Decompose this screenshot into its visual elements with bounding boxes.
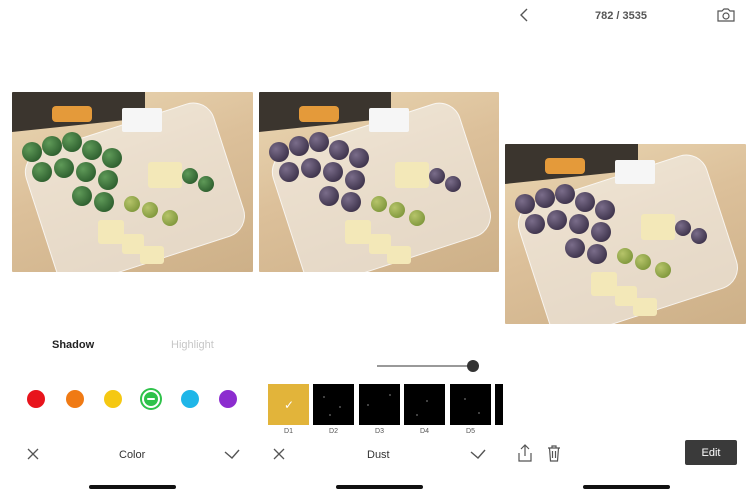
share-icon[interactable] [516,443,534,463]
photo-preview-dust [259,92,499,272]
preset-label: D2 [329,428,338,435]
intensity-slider-track[interactable] [377,365,467,367]
photo-counter: 782 / 3535 [595,10,647,22]
check-icon: ✓ [284,398,295,412]
home-indicator [89,485,176,489]
dust-preset-d3[interactable] [359,384,400,425]
edit-button[interactable]: Edit [685,440,737,465]
tab-shadow[interactable]: Shadow [52,339,94,351]
preset-label: D1 [284,428,293,435]
color-panel: Shadow Highlight Color [0,0,256,491]
photo-preview-color [12,92,253,272]
preset-label: D4 [420,428,429,435]
preset-label: D3 [375,428,384,435]
swatch-cyan[interactable] [181,390,199,408]
camera-icon[interactable] [715,6,737,24]
dust-preset-d2[interactable] [313,384,354,425]
selected-indicator-icon [147,398,155,400]
intensity-slider-thumb[interactable] [467,360,479,372]
dust-preset-d4[interactable] [404,384,445,425]
home-indicator [583,485,670,489]
photo-image[interactable] [505,144,746,324]
dust-preset-d5[interactable] [450,384,491,425]
dust-preset-d1[interactable]: ✓ [268,384,309,425]
preset-label: D5 [466,428,475,435]
chevron-left-icon[interactable] [515,6,531,24]
dust-preset-partial[interactable] [495,384,503,425]
close-icon[interactable] [270,445,288,463]
home-indicator [336,485,423,489]
trash-icon[interactable] [545,443,563,463]
tab-highlight[interactable]: Highlight [171,339,214,351]
panel-title: Dust [367,449,390,461]
check-icon[interactable] [468,445,488,463]
check-icon[interactable] [222,445,242,463]
swatch-green[interactable] [142,390,160,408]
swatch-yellow[interactable] [104,390,122,408]
close-icon[interactable] [24,445,42,463]
swatch-orange[interactable] [66,390,84,408]
swatch-purple[interactable] [219,390,237,408]
panel-title: Color [119,449,146,461]
photo-viewer-panel: 782 / 3535 Edit [503,0,753,491]
swatch-red[interactable] [27,390,45,408]
dust-panel: ✓ D1 D2 D3 D4 D5 Dust [256,0,503,491]
